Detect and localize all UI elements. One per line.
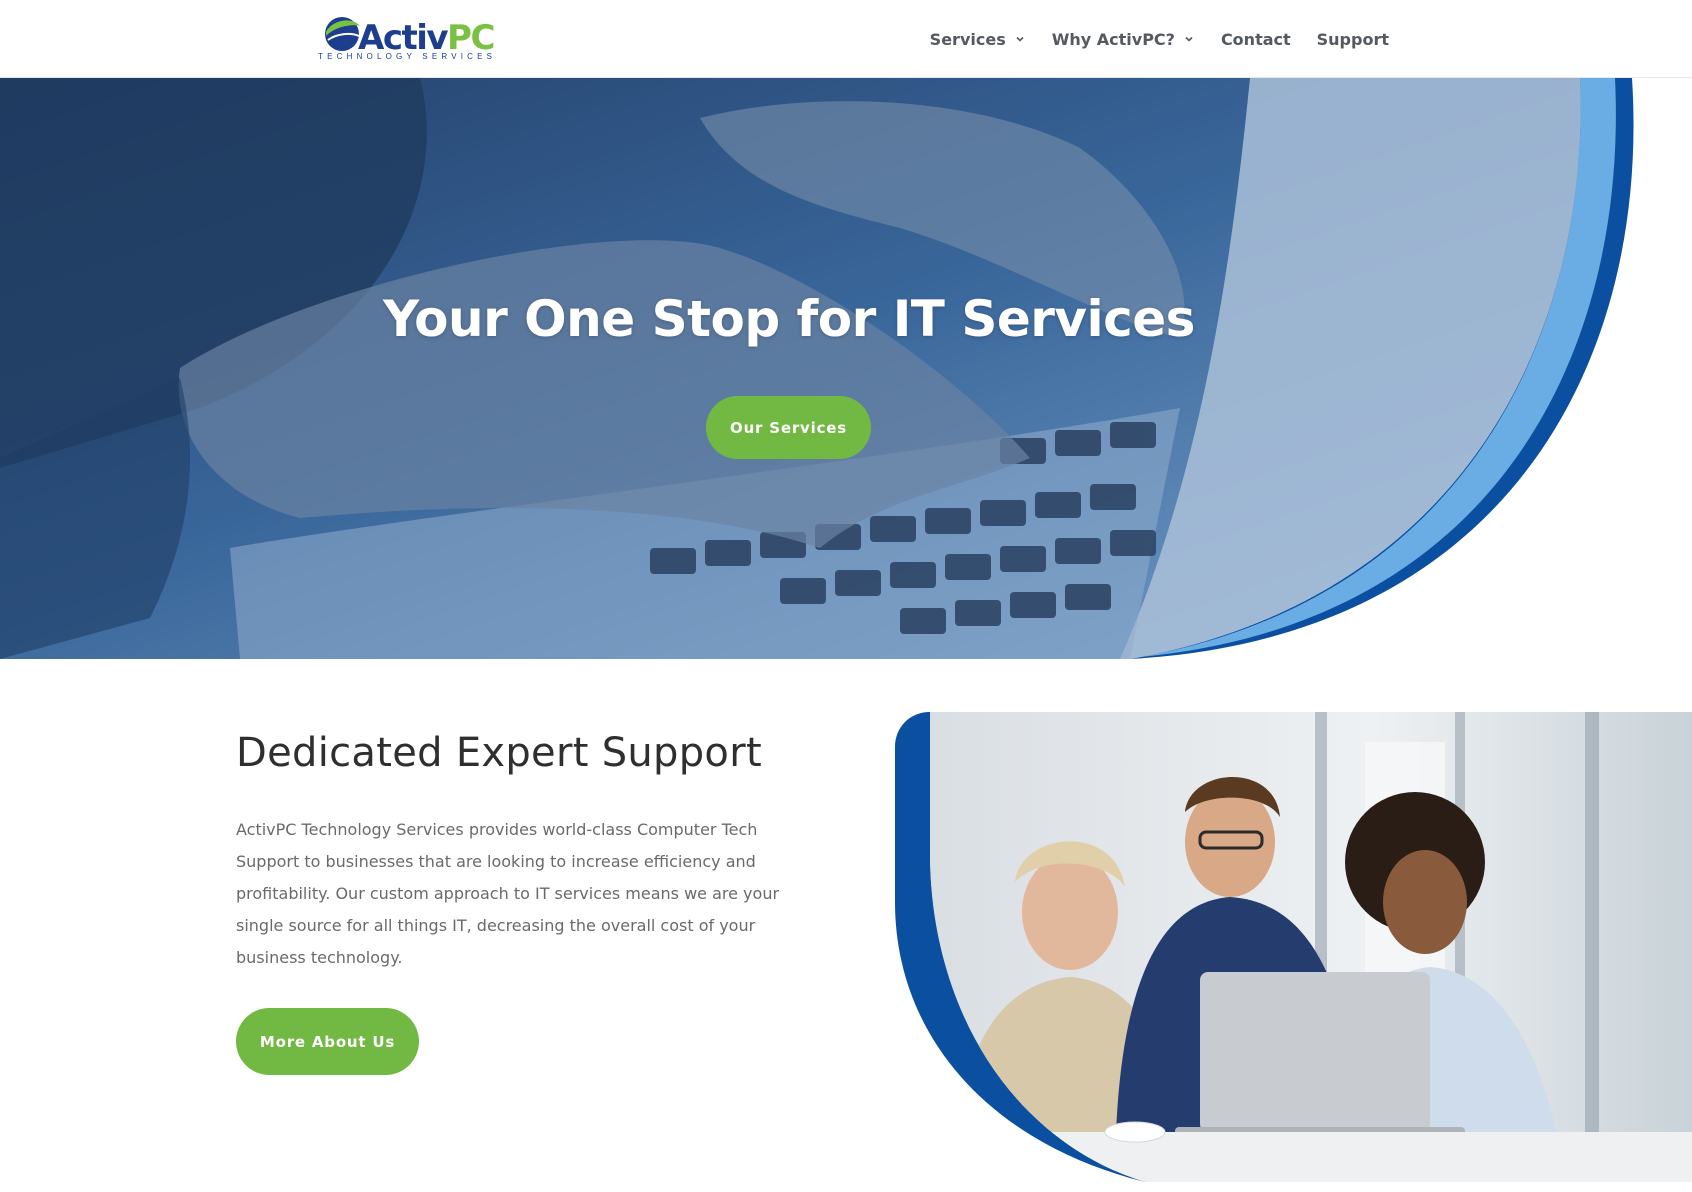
nav-contact[interactable]: Contact bbox=[1221, 30, 1291, 49]
about-body: ActivPC Technology Services provides wor… bbox=[236, 820, 780, 967]
nav-support-label: Support bbox=[1316, 29, 1389, 49]
main-nav: Services Why ActivPC? Contact Support bbox=[930, 0, 1389, 78]
nav-contact-label: Contact bbox=[1220, 29, 1291, 49]
chevron-down-icon bbox=[1185, 36, 1193, 42]
our-services-button[interactable]: Our Services bbox=[706, 396, 871, 459]
logo-tagline: TECHNOLOGY SERVICES bbox=[318, 52, 497, 61]
hero-section: Your One Stop for IT Services Our Servic… bbox=[0, 78, 1692, 659]
chevron-down-icon bbox=[1016, 36, 1024, 42]
hero-title: Your One Stop for IT Services bbox=[383, 290, 1195, 348]
site-logo[interactable]: ActivPC TECHNOLOGY SERVICES bbox=[318, 12, 497, 64]
hero-background-image bbox=[0, 78, 1634, 659]
nav-why-activpc[interactable]: Why ActivPC? bbox=[1052, 30, 1195, 49]
nav-why-activpc-label: Why ActivPC? bbox=[1051, 29, 1175, 49]
team-photo bbox=[895, 712, 1692, 1182]
site-header: ActivPC TECHNOLOGY SERVICES Services Why… bbox=[0, 0, 1692, 78]
nav-services[interactable]: Services bbox=[930, 30, 1026, 49]
more-about-us-button[interactable]: More About Us bbox=[236, 1008, 419, 1075]
nav-services-label: Services bbox=[929, 29, 1006, 49]
about-title: Dedicated Expert Support bbox=[236, 730, 762, 776]
nav-support[interactable]: Support bbox=[1317, 30, 1389, 49]
